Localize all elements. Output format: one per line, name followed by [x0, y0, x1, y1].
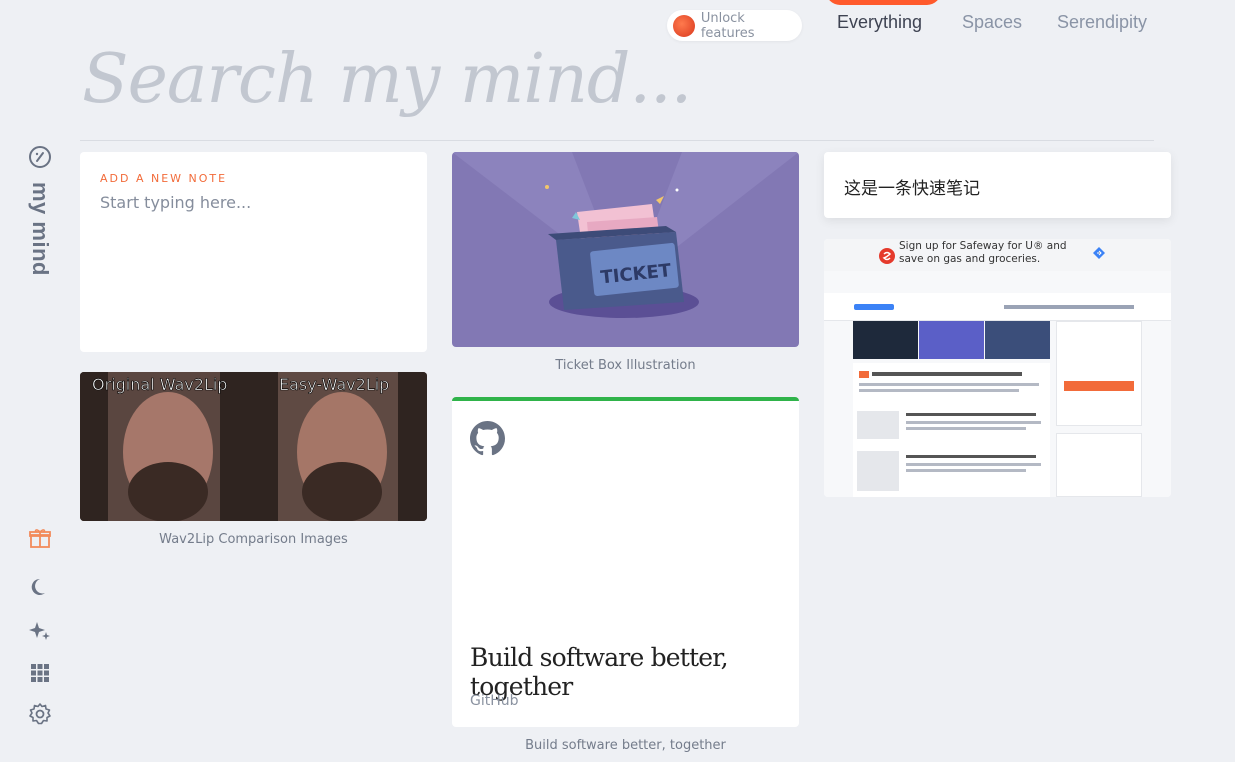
github-caption: Build software better, together	[525, 738, 726, 753]
github-link-card[interactable]: Build software better, together GitHub	[452, 397, 799, 727]
quick-note-card[interactable]: 这是一条快速笔记	[824, 152, 1171, 218]
active-tab-indicator	[826, 0, 941, 5]
divider	[80, 140, 1154, 141]
ad-banner: Sign up for Safeway for U® and save on g…	[824, 239, 1171, 271]
gear-icon[interactable]	[28, 702, 52, 726]
wav2lip-left-label: Original Wav2Lip	[92, 375, 227, 394]
note-input[interactable]: Start typing here...	[100, 193, 407, 212]
unlock-features-button[interactable]: Unlock features	[667, 10, 802, 41]
tab-everything[interactable]: Everything	[837, 12, 922, 33]
add-note-label: ADD A NEW NOTE	[100, 172, 228, 185]
github-logo-icon	[470, 421, 505, 456]
brain-logo-icon[interactable]	[28, 145, 52, 169]
web-screenshot-card[interactable]: Sign up for Safeway for U® and save on g…	[824, 239, 1171, 497]
tab-serendipity[interactable]: Serendipity	[1057, 12, 1147, 33]
grid-icon[interactable]	[28, 661, 52, 685]
avatar	[673, 14, 695, 37]
ticket-box-image: TICKET	[452, 152, 799, 318]
github-card-title: Build software better, together	[470, 643, 729, 701]
search-input[interactable]: Search my mind...	[82, 40, 692, 119]
wav2lip-right-label: Easy-Wav2Lip	[279, 375, 389, 394]
ticket-illustration-card[interactable]: TICKET	[452, 152, 799, 347]
gift-icon[interactable]	[28, 526, 52, 550]
sparkles-icon[interactable]	[28, 619, 52, 643]
wav2lip-image: Original Wav2Lip Easy-Wav2Lip	[80, 372, 427, 521]
brand-name[interactable]: my mind	[27, 182, 53, 276]
unlock-features-label: Unlock features	[700, 10, 755, 41]
safeway-logo-icon	[879, 248, 895, 264]
ad-text: Sign up for Safeway for U® and save on g…	[899, 240, 1067, 265]
ad-arrow-icon	[1093, 247, 1105, 259]
github-card-source: GitHub	[470, 693, 519, 709]
tab-spaces[interactable]: Spaces	[962, 12, 1022, 33]
moon-icon[interactable]	[28, 576, 52, 600]
ticket-caption: Ticket Box Illustration	[555, 358, 696, 373]
add-note-card[interactable]: ADD A NEW NOTE Start typing here...	[80, 152, 427, 352]
website-preview	[824, 271, 1171, 497]
wav2lip-card[interactable]: Original Wav2Lip Easy-Wav2Lip	[80, 372, 427, 521]
wav2lip-caption: Wav2Lip Comparison Images	[159, 532, 348, 547]
